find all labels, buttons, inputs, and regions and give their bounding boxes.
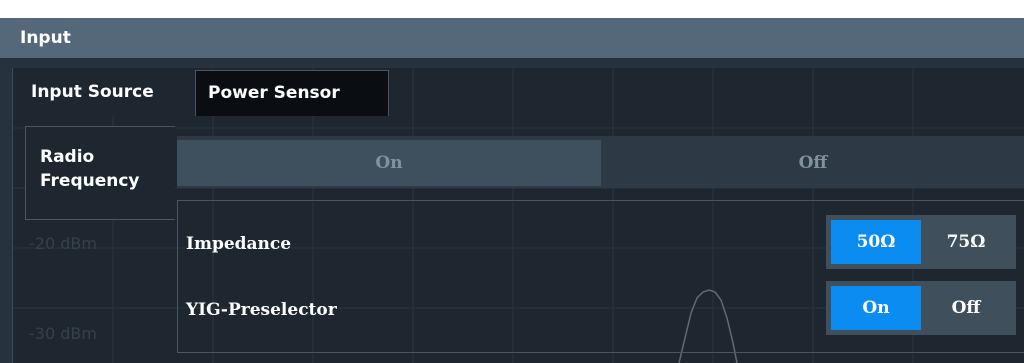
radio-frequency-toggle: On Off [177, 136, 1024, 188]
yig-preselector-selector: On Off [826, 281, 1016, 335]
side-nav: Radio Frequency [25, 126, 175, 220]
tab-power-sensor[interactable]: Power Sensor [195, 70, 389, 116]
level-label-bottom: -30 dBm [29, 324, 97, 343]
rf-off-button[interactable]: Off [601, 140, 1024, 186]
dialog-title: Input [0, 18, 1024, 58]
yig-preselector-label: YIG-Preselector [186, 300, 337, 320]
level-label-top: -20 dBm [29, 234, 97, 253]
input-dialog: Input -20 dBm -30 dBm Input Source Power… [0, 18, 1024, 363]
rf-settings-group: Impedance 50Ω 75Ω YIG-Preselector On Off [177, 200, 1024, 353]
tab-input-source[interactable]: Input Source [13, 68, 195, 116]
impedance-label: Impedance [186, 234, 292, 254]
impedance-75-button[interactable]: 75Ω [921, 220, 1011, 264]
yig-off-button[interactable]: Off [921, 286, 1011, 330]
yig-on-button[interactable]: On [831, 286, 921, 330]
side-item-radio-frequency[interactable]: Radio Frequency [40, 145, 170, 193]
impedance-selector: 50Ω 75Ω [826, 215, 1016, 269]
rf-on-button[interactable]: On [177, 140, 601, 186]
impedance-50-button[interactable]: 50Ω [831, 220, 921, 264]
dialog-content: -20 dBm -30 dBm Input Source Power Senso… [0, 58, 1024, 363]
tab-panel: -20 dBm -30 dBm Input Source Power Senso… [12, 68, 1024, 363]
